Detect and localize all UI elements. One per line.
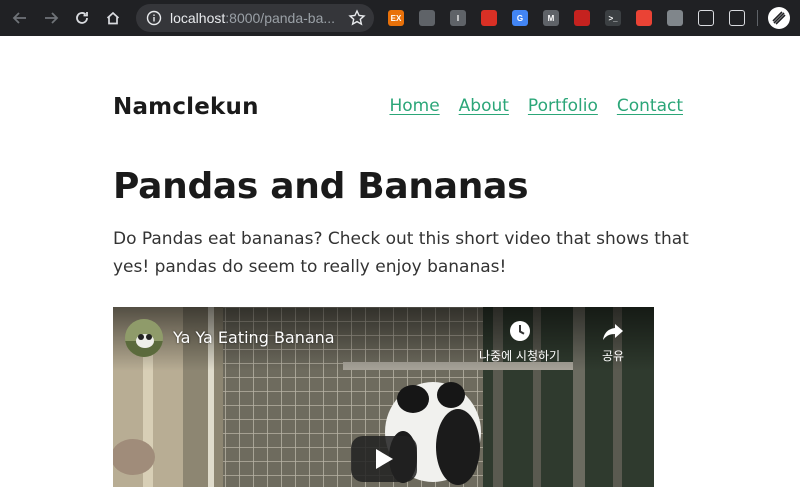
- profile-avatar[interactable]: [768, 7, 790, 29]
- share-button[interactable]: 공유: [601, 319, 625, 364]
- translate-extension-icon[interactable]: G: [512, 10, 528, 26]
- url-host: localhost: [170, 10, 226, 26]
- ex-extension-icon[interactable]: EX: [388, 10, 404, 26]
- browser-toolbar: localhost:8000/panda-ba... EX I G M >_: [0, 0, 800, 36]
- paw-extension-icon[interactable]: [698, 10, 714, 26]
- channel-avatar-image: [125, 319, 163, 357]
- video-title[interactable]: Ya Ya Eating Banana: [173, 328, 335, 347]
- i-extension-icon[interactable]: I: [450, 10, 466, 26]
- watch-later-label: 나중에 시청하기: [479, 349, 561, 363]
- nav-link-portfolio[interactable]: Portfolio: [528, 96, 598, 116]
- m-extension-icon[interactable]: M: [543, 10, 559, 26]
- arrow-left-icon: [12, 12, 26, 24]
- clock-icon: [509, 321, 530, 341]
- home-icon: [106, 11, 120, 25]
- video-player[interactable]: Ya Ya Eating Banana 나중에 시청하기 공유: [113, 307, 654, 487]
- terminal-extension-icon[interactable]: >_: [605, 10, 621, 26]
- play-icon: [376, 449, 393, 469]
- intro-paragraph: Do Pandas eat bananas? Check out this sh…: [113, 229, 689, 277]
- info-icon: [146, 10, 162, 26]
- reload-button[interactable]: [71, 7, 93, 29]
- share-label: 공유: [601, 349, 625, 363]
- back-button[interactable]: [9, 7, 31, 29]
- profile-logo-icon: [772, 11, 786, 25]
- nav-link-contact[interactable]: Contact: [617, 96, 683, 116]
- forward-button[interactable]: [40, 7, 62, 29]
- address-bar[interactable]: localhost:8000/panda-ba...: [136, 4, 374, 32]
- web-developer-extension-icon[interactable]: [574, 10, 590, 26]
- bookmark-star-icon[interactable]: [348, 9, 366, 27]
- watch-later-button[interactable]: 나중에 시청하기: [479, 319, 560, 364]
- home-button[interactable]: [102, 7, 124, 29]
- toolbar-divider: [757, 10, 758, 26]
- nav-link-home[interactable]: Home: [389, 96, 439, 116]
- site-title[interactable]: Namclekun: [113, 94, 259, 120]
- window-extension-icon[interactable]: [667, 10, 683, 26]
- nav-link-about[interactable]: About: [459, 96, 509, 116]
- arrow-right-icon: [45, 12, 59, 24]
- page-heading: Pandas and Bananas: [113, 166, 529, 207]
- note-extension-icon[interactable]: [636, 10, 652, 26]
- channel-avatar[interactable]: [125, 319, 163, 357]
- card-extension-icon[interactable]: [419, 10, 435, 26]
- url-path: :8000/panda-ba...: [225, 10, 336, 26]
- shield-extension-icon[interactable]: [481, 10, 497, 26]
- share-icon: [603, 324, 623, 340]
- main-nav: Home About Portfolio Contact: [389, 96, 683, 116]
- reload-icon: [76, 12, 88, 24]
- url-text: localhost:8000/panda-ba...: [170, 10, 340, 26]
- play-button[interactable]: [351, 436, 417, 482]
- bulb-extension-icon[interactable]: [729, 10, 745, 26]
